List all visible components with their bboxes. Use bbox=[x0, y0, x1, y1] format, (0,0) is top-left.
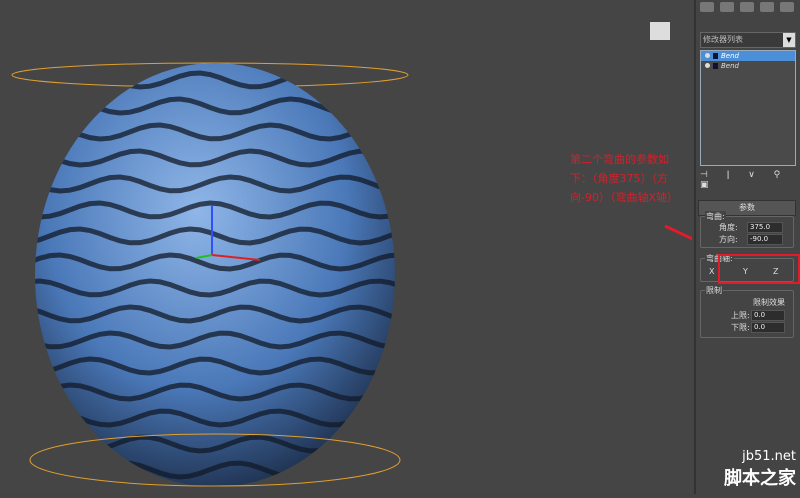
limits-group: 限制 限制效果 上限: 0.0 下限: 0.0 bbox=[700, 285, 794, 338]
modifier-stack[interactable]: Bend Bend bbox=[700, 50, 796, 166]
create-tab-icon[interactable] bbox=[700, 2, 714, 12]
annotation-text: 第二个弯曲的参数如下：（角度375）（方向-90）（弯曲轴X轴） bbox=[570, 153, 679, 204]
chevron-down-icon: ▼ bbox=[783, 33, 795, 47]
stack-item[interactable]: Bend bbox=[701, 61, 795, 71]
arrow bbox=[664, 224, 713, 250]
modifier-list-dropdown[interactable]: 修改器列表 ▼ bbox=[700, 32, 796, 48]
stack-item[interactable]: Bend bbox=[701, 51, 795, 61]
viewcube-icon[interactable] bbox=[650, 22, 670, 40]
direction-field[interactable]: -90.0 bbox=[747, 234, 783, 245]
lower-limit-field[interactable]: 0.0 bbox=[751, 322, 785, 333]
command-panel: 修改器列表 ▼ Bend Bend ⊣ ǀ ∨ ⚲ ▣ 参数 弯曲: 角度: 37… bbox=[694, 0, 800, 494]
sphere-render bbox=[11, 22, 713, 487]
highlight-box bbox=[718, 254, 800, 284]
limit-effect-checkbox[interactable]: 限制效果 bbox=[753, 297, 785, 308]
display-tab-icon[interactable] bbox=[780, 2, 794, 12]
viewport[interactable]: 第二个弯曲的参数如下：（角度375）（方向-90）（弯曲轴X轴） bbox=[0, 0, 713, 494]
bend-group: 弯曲: 角度: 375.0 方向: -90.0 bbox=[700, 211, 794, 248]
hierarchy-tab-icon[interactable] bbox=[740, 2, 754, 12]
stack-tools-icon[interactable]: ⊣ ǀ ∨ ⚲ ▣ bbox=[700, 170, 800, 190]
watermark: jb51.net 脚本之家 bbox=[724, 449, 796, 489]
angle-field[interactable]: 375.0 bbox=[747, 222, 783, 233]
modify-tab-icon[interactable] bbox=[720, 2, 734, 12]
axis-x-radio[interactable]: X bbox=[709, 267, 714, 276]
motion-tab-icon[interactable] bbox=[760, 2, 774, 12]
upper-limit-field[interactable]: 0.0 bbox=[751, 310, 785, 321]
